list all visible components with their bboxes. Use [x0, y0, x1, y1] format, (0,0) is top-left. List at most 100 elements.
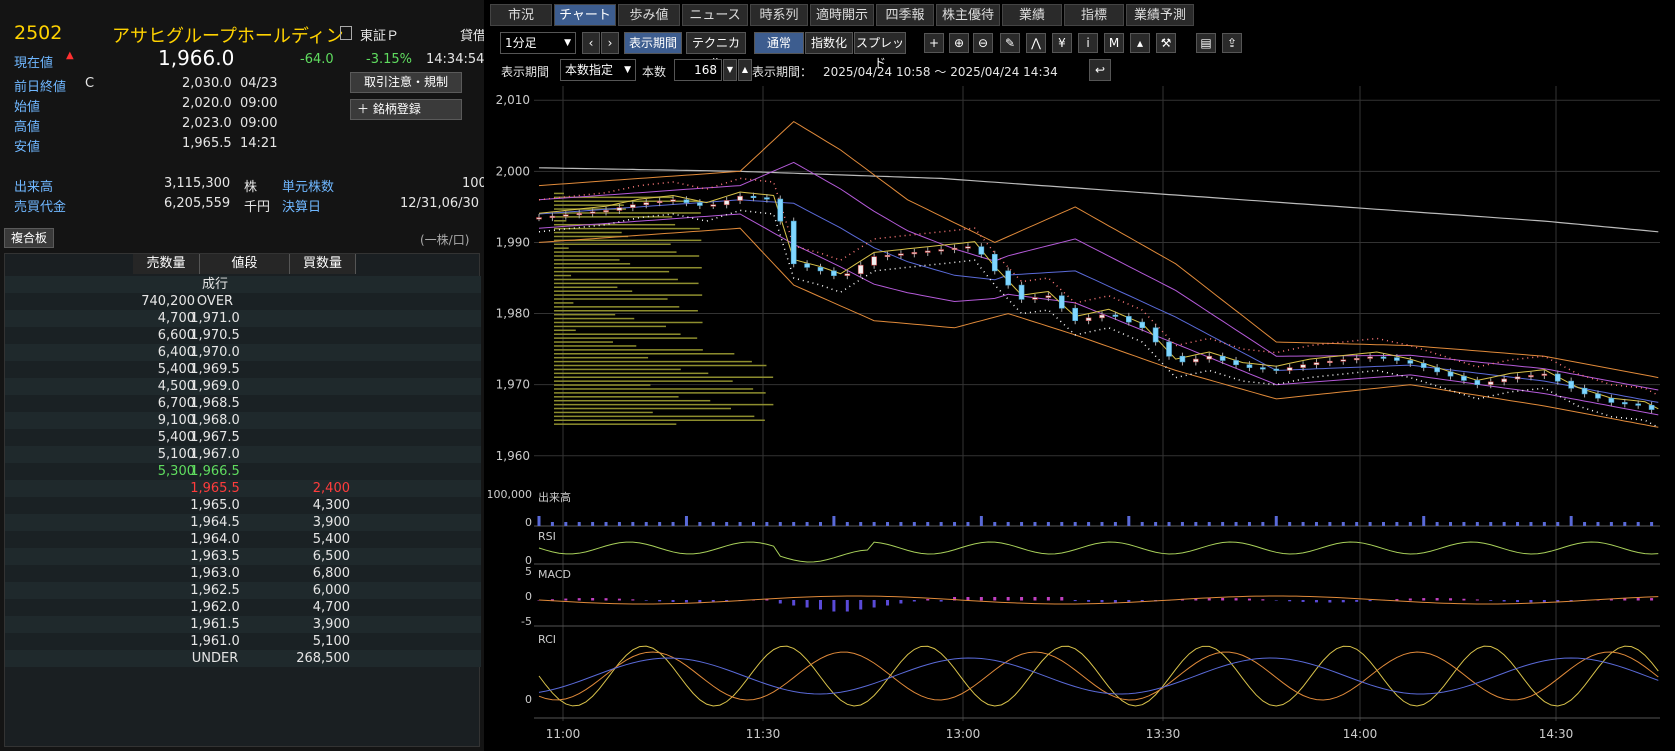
volume-profile-bar — [554, 274, 572, 277]
tab-0[interactable]: 市況 — [490, 4, 552, 26]
board-row[interactable]: 1,964.0 5,400 — [5, 531, 481, 548]
board-row[interactable]: 成行 — [5, 276, 481, 293]
macd-bar — [1006, 597, 1010, 601]
board-row[interactable]: 1,962.5 6,000 — [5, 582, 481, 599]
board-row[interactable]: 740,200 OVER — [5, 293, 481, 310]
print-icon[interactable]: ▤ — [1196, 33, 1216, 53]
caution-button[interactable]: 取引注意・規制 — [350, 72, 462, 93]
macd-bar — [1247, 598, 1251, 601]
price-header[interactable]: 値段 — [200, 254, 290, 274]
candle — [1179, 355, 1186, 363]
board-row[interactable]: 1,965.5 2,400 — [5, 480, 481, 497]
board-row[interactable]: 1,963.5 6,500 — [5, 548, 481, 565]
board-row[interactable]: 6,600 1,970.5 — [5, 327, 481, 344]
chevron-down-icon: ▼ — [564, 38, 571, 48]
board-row[interactable]: 5,100 1,967.0 — [5, 446, 481, 463]
stock-name[interactable]: アサヒグループホールディン — [112, 22, 344, 48]
tab-6[interactable]: 四季報 — [876, 4, 934, 26]
volume-profile-bar — [554, 372, 709, 375]
board-row[interactable]: 6,700 1,968.5 — [5, 395, 481, 412]
board-row[interactable]: 1,961.0 5,100 — [5, 633, 481, 650]
volume-bar — [845, 522, 849, 526]
board-row[interactable]: 4,500 1,969.0 — [5, 378, 481, 395]
volume-bar — [1368, 522, 1372, 526]
spread-button[interactable]: スプレッド — [854, 32, 906, 70]
macd-bar — [859, 600, 863, 610]
tab-5[interactable]: 適時開示 — [810, 4, 874, 26]
board-row[interactable]: 6,400 1,970.0 — [5, 344, 481, 361]
board-row[interactable]: 1,964.5 3,900 — [5, 514, 481, 531]
volume-bar — [1221, 522, 1225, 526]
settlement-label: 決算日 — [282, 200, 322, 215]
candle — [965, 246, 971, 249]
my-icon[interactable]: M — [1104, 33, 1124, 53]
undo-button[interactable]: ↩ — [1089, 59, 1111, 81]
board-row[interactable]: 5,400 1,967.5 — [5, 429, 481, 446]
tab-3[interactable]: ニュース — [682, 4, 748, 26]
board-row[interactable]: 1,963.0 6,800 — [5, 565, 481, 582]
yen-icon[interactable]: ¥ — [1052, 33, 1072, 53]
count-down-button[interactable]: ▼ — [723, 59, 737, 81]
register-button[interactable]: ＋ 銘柄登録 — [350, 99, 462, 120]
board-title-button[interactable]: 複合板 — [4, 228, 54, 248]
register-label: 銘柄登録 — [372, 102, 421, 116]
volume-bar — [725, 522, 729, 526]
volume-bar — [939, 522, 943, 526]
zoom-out-icon[interactable]: ⊖ — [973, 33, 993, 53]
period-mode-select[interactable]: 本数指定 ▼ — [560, 59, 636, 81]
tab-7[interactable]: 株主優待 — [936, 4, 1000, 26]
wrench-icon[interactable]: ⚒ — [1156, 33, 1176, 53]
board-row[interactable]: 1,962.0 4,700 — [5, 599, 481, 616]
board-buy: 6,000 — [312, 583, 350, 598]
normal-button[interactable]: 通常 — [754, 32, 804, 54]
tab-2[interactable]: 歩み値 — [618, 4, 680, 26]
tab-10[interactable]: 業績予測 — [1126, 4, 1194, 26]
price-chart[interactable]: 2,010 2,000 1,990 1,980 1,970 1,960 11:00 11:30… — [488, 86, 1675, 751]
count-input[interactable]: 168 — [674, 59, 722, 81]
board-row[interactable]: 5,400 1,969.5 — [5, 361, 481, 378]
candle — [1434, 367, 1440, 373]
interval-select[interactable]: 1分足 ▼ — [500, 32, 576, 54]
sell-qty-header[interactable]: 売数量 — [133, 254, 200, 274]
technical-button[interactable]: テクニカル — [686, 32, 746, 70]
tab-1[interactable]: チャート — [554, 4, 616, 26]
volume-bar — [1140, 522, 1144, 526]
board-row[interactable]: 1,965.0 4,300 — [5, 497, 481, 514]
candle — [1032, 297, 1038, 300]
info-icon[interactable]: i — [1078, 33, 1098, 53]
volume-bar — [1234, 522, 1238, 526]
volume-profile-bar — [554, 263, 631, 265]
buy-qty-header[interactable]: 買数量 — [290, 254, 356, 274]
board-row[interactable]: UNDER 268,500 — [5, 650, 481, 667]
period-button[interactable]: 表示期間 — [624, 32, 682, 54]
macd-bar — [778, 600, 782, 604]
next-button[interactable]: › — [601, 32, 619, 54]
count-up-button[interactable]: ▲ — [738, 59, 752, 81]
trend-icon[interactable]: ⋀ — [1026, 33, 1046, 53]
board-row[interactable]: 4,700 1,971.0 — [5, 310, 481, 327]
candle — [1112, 314, 1119, 317]
tab-9[interactable]: 指標 — [1064, 4, 1124, 26]
volume-profile-bar — [554, 419, 765, 422]
zoom-in-icon[interactable]: ⊕ — [949, 33, 969, 53]
board-row[interactable]: 9,100 1,968.0 — [5, 412, 481, 429]
crosshair-icon[interactable]: + — [924, 33, 944, 53]
pencil-icon[interactable]: ✎ — [1000, 33, 1020, 53]
document-icon[interactable] — [340, 26, 352, 40]
volume-bar — [1328, 522, 1332, 526]
board-price: 1,969.5 — [190, 362, 240, 377]
export-icon[interactable]: ⇪ — [1222, 33, 1242, 53]
prev-button[interactable]: ‹ — [582, 32, 600, 54]
tab-4[interactable]: 時系列 — [750, 4, 808, 26]
index-button[interactable]: 指数化 — [805, 32, 853, 54]
area-icon[interactable]: ▴ — [1130, 33, 1150, 53]
board-row[interactable]: 1,961.5 3,900 — [5, 616, 481, 633]
x-tick-label: 13:00 — [946, 727, 981, 741]
board-row[interactable]: 5,300 1,966.5 — [5, 463, 481, 480]
candle — [804, 263, 810, 268]
volume-profile-bar — [554, 227, 700, 230]
order-board[interactable]: 売数量 値段 買数量 成行 740,200 OVER 4,700 1,971.0 6,60… — [4, 253, 481, 747]
macd-bar — [1449, 598, 1453, 601]
tab-8[interactable]: 業績 — [1002, 4, 1062, 26]
panel-label: MACD — [538, 568, 571, 581]
